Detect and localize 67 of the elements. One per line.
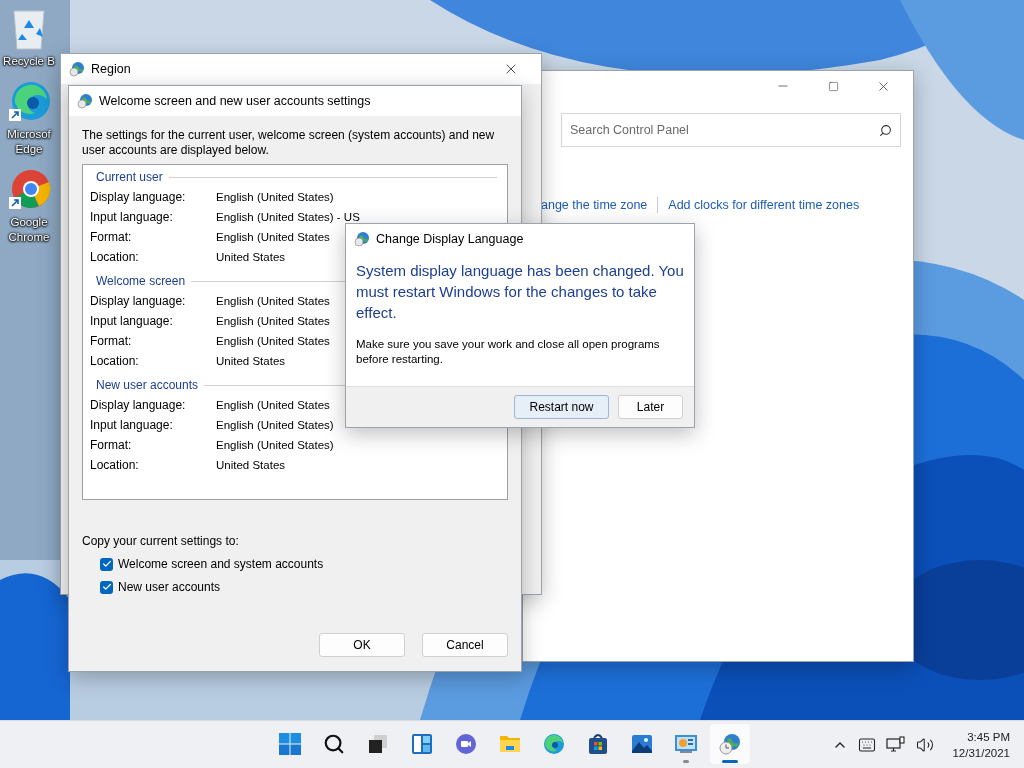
setting-value: English (United States): [216, 419, 334, 431]
globe-icon: [69, 61, 85, 77]
copy-settings-label: Copy your current settings to:: [82, 534, 240, 548]
video-chat-icon: [454, 732, 478, 756]
setting-label: Location:: [90, 250, 140, 264]
widgets-icon: [410, 732, 434, 756]
globe-icon: [354, 231, 370, 247]
search-field[interactable]: Search Control Panel: [561, 113, 901, 147]
browser-shortcut-icon: [7, 167, 51, 211]
task-view-icon: [366, 732, 390, 756]
description-text: The settings for the current user, welcome screen (system accounts) and new user accounts are displayed below.: [82, 128, 496, 158]
browser-icon: [542, 732, 566, 756]
setting-value: English (United States): [216, 439, 334, 451]
keyboard-icon[interactable]: [858, 735, 877, 754]
grid-icon: [278, 732, 302, 756]
setting-label: Format:: [90, 438, 133, 452]
setting-value: English (United States: [216, 231, 330, 243]
control-panel-icon: [674, 732, 698, 756]
checkbox-label[interactable]: Welcome screen and system accounts: [118, 557, 324, 571]
recycle-bin-icon: [11, 8, 47, 50]
window-title: Welcome screen and new user accounts settings: [99, 94, 372, 108]
setting-label: Input language:: [90, 210, 174, 224]
setting-label: Display language:: [90, 294, 187, 308]
setting-value: English (United States: [216, 295, 330, 307]
checkbox[interactable]: [100, 580, 113, 594]
clock[interactable]: 3:45 PM 12/31/2021: [952, 728, 1010, 761]
globe-icon: [77, 93, 93, 109]
search-icon: [323, 733, 345, 755]
store-bag-icon: [586, 732, 610, 756]
setting-label: Format:: [90, 230, 133, 244]
setting-value: English (United States: [216, 335, 330, 347]
setting-label: Input language:: [90, 314, 174, 328]
checkbox-label[interactable]: New user accounts: [118, 580, 221, 594]
globe-clock-icon: [718, 732, 742, 756]
message-text: Make sure you save your work and close all open programs before restarting.: [356, 337, 661, 367]
setting-value: English (United States: [216, 315, 330, 327]
window-title: Change Display Language: [376, 232, 525, 246]
dialog-button[interactable]: OK: [319, 633, 405, 657]
setting-label: Location:: [90, 354, 140, 368]
link[interactable]: ange the time zone: [541, 198, 648, 212]
maximize-icon: [827, 80, 839, 92]
network-icon[interactable]: [886, 735, 907, 754]
image-icon: [630, 732, 654, 756]
setting-label: Format:: [90, 334, 133, 348]
message-heading: System display language has been changed. You must restart Windows for the changes to take effect.: [356, 261, 684, 323]
setting-value: English (United States: [216, 399, 330, 411]
search-icon: [879, 123, 892, 137]
setting-label: Location:: [90, 458, 140, 472]
browser-shortcut-icon: [7, 79, 51, 123]
link[interactable]: Add clocks for different time zones: [668, 198, 860, 212]
dialog-button[interactable]: Cancel: [422, 633, 508, 657]
setting-value: United States: [216, 459, 286, 471]
dialog-button[interactable]: Later: [618, 395, 683, 419]
setting-value: English (United States): [216, 191, 334, 203]
dialog-button[interactable]: Restart now: [514, 395, 609, 419]
window-title: Region: [91, 62, 132, 76]
volume-icon[interactable]: [916, 735, 935, 754]
setting-value: United States: [216, 355, 286, 367]
setting-value: English (United States) - US: [216, 211, 360, 223]
setting-label: Input language:: [90, 418, 174, 432]
setting-label: Display language:: [90, 398, 187, 412]
setting-value: United States: [216, 251, 286, 263]
checkbox[interactable]: [100, 557, 113, 571]
section-legend: Current user: [96, 170, 163, 184]
section-legend: Welcome screen: [96, 274, 186, 288]
setting-label: Display language:: [90, 190, 187, 204]
section-legend: New user accounts: [96, 378, 199, 392]
